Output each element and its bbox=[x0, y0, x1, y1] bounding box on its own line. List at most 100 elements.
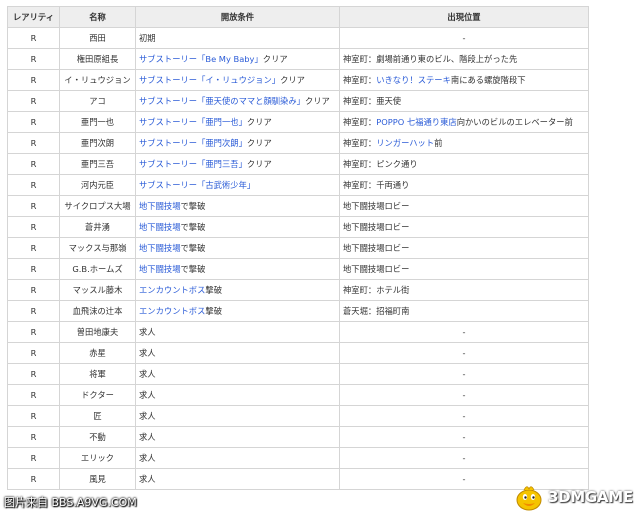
condition-text: 求人 bbox=[139, 453, 156, 463]
condition-cell: サブストーリー「亜門三吾」クリア bbox=[135, 153, 340, 175]
condition-link[interactable]: 地下闘技場 bbox=[139, 264, 181, 274]
location-link[interactable]: リンガーハット bbox=[376, 138, 434, 148]
location-text: 神室町：ピンク通り bbox=[343, 159, 418, 169]
condition-link[interactable]: サブストーリー「亜門次朗」 bbox=[139, 138, 247, 148]
condition-text: 求人 bbox=[139, 411, 156, 421]
location-text: - bbox=[462, 390, 466, 400]
location-text: - bbox=[462, 348, 466, 358]
location-text: - bbox=[462, 327, 466, 337]
table-row: R 亜門次朗 サブストーリー「亜門次朗」クリア 神室町：リンガーハット前 bbox=[7, 132, 589, 154]
location-text: 神室町： bbox=[343, 117, 377, 127]
location-text: 神室町： bbox=[343, 75, 377, 85]
location-cell: 神室町：ピンク通り bbox=[339, 153, 589, 175]
rarity-cell: R bbox=[7, 342, 60, 364]
location-text: - bbox=[462, 453, 466, 463]
table-row: R 匠求人 - bbox=[7, 405, 589, 427]
table-row: R イ・リュウジョン サブストーリー「イ・リュウジョン」クリア 神室町：いきなり！ステ… bbox=[7, 69, 589, 91]
duck-mascot-icon bbox=[516, 485, 542, 510]
location-cell: 神室町：千両通り bbox=[339, 174, 589, 196]
header-condition: 開放条件 bbox=[135, 6, 340, 28]
rarity-cell: R bbox=[7, 111, 60, 133]
condition-text: 撃破 bbox=[205, 285, 222, 295]
table-row: R エリック 求人 - bbox=[7, 447, 589, 469]
rarity-cell: R bbox=[7, 237, 60, 259]
location-link[interactable]: POPPO 七福通り東店 bbox=[376, 117, 457, 127]
name-cell: G.B.ホームズ bbox=[59, 258, 136, 280]
location-text: 地下闘技場ロビー bbox=[343, 222, 410, 232]
name-cell: サイクロプス大場 bbox=[59, 195, 136, 217]
condition-link[interactable]: エンカウントボス bbox=[139, 306, 205, 316]
table-row: R 河内元臣 サブストーリー「古武術少年」 神室町：千両通り bbox=[7, 174, 589, 196]
condition-cell: 地下闘技場で撃破 bbox=[135, 258, 340, 280]
condition-cell: サブストーリー「イ・リュウジョン」クリア bbox=[135, 69, 340, 91]
rarity-cell: R bbox=[7, 321, 60, 343]
rarity-cell: R bbox=[7, 132, 60, 154]
location-cell: - bbox=[339, 27, 589, 49]
table-row: R マッスル藤木 エンカウントボス撃破 神室町：ホテル街 bbox=[7, 279, 589, 301]
condition-link[interactable]: サブストーリー「亜門三吾」 bbox=[139, 159, 247, 169]
condition-link[interactable]: サブストーリー「亜門一也」 bbox=[139, 117, 247, 127]
location-cell: 神室町：POPPO 七福通り東店向かいのビルのエレベーター前 bbox=[339, 111, 589, 133]
location-cell: - bbox=[339, 447, 589, 469]
location-cell: - bbox=[339, 384, 589, 406]
table-header-row: レアリティ 名称 開放条件 出現位置 bbox=[7, 6, 589, 28]
table-row: R G.B.ホームズ 地下闘技場で撃破 地下闘技場ロビー bbox=[7, 258, 589, 280]
location-link[interactable]: いきなり！ステーキ bbox=[376, 75, 451, 85]
name-cell: 蒼井湧 bbox=[59, 216, 136, 238]
condition-link[interactable]: サブストーリー「イ・リュウジョン」 bbox=[139, 75, 280, 85]
name-cell: マッスル藤木 bbox=[59, 279, 136, 301]
location-text: 向かいのビルのエレベーター前 bbox=[456, 117, 573, 127]
name-cell: 西田 bbox=[59, 27, 136, 49]
condition-text: で撃破 bbox=[180, 264, 206, 274]
condition-text: で撃破 bbox=[180, 222, 206, 232]
condition-text: クリア bbox=[246, 117, 272, 127]
name-cell: アコ bbox=[59, 90, 136, 112]
condition-cell: 求人 bbox=[135, 321, 340, 343]
condition-link[interactable]: サブストーリー「古武術少年」 bbox=[139, 180, 255, 190]
location-text: 前 bbox=[434, 138, 443, 148]
name-cell: マックス与那嶺 bbox=[59, 237, 136, 259]
table-body: R 西田 初期 - R 権田原組長 サブストーリー「Be My Baby」クリア 神室町：劇場… bbox=[7, 27, 589, 490]
condition-text: クリア bbox=[246, 159, 272, 169]
condition-link[interactable]: エンカウントボス bbox=[139, 285, 205, 295]
table-row: R マックス与那嶺 地下闘技場で撃破 地下闘技場ロビー bbox=[7, 237, 589, 259]
location-text: 地下闘技場ロビー bbox=[343, 264, 410, 274]
character-table: レアリティ 名称 開放条件 出現位置 R 西田 初期 - R 権田原組長 サブストーリー「B… bbox=[7, 6, 589, 490]
condition-link[interactable]: サブストーリー「亜天使のママと顔馴染み」 bbox=[139, 96, 305, 106]
rarity-cell: R bbox=[7, 384, 60, 406]
condition-text: 求人 bbox=[139, 369, 156, 379]
location-cell: - bbox=[339, 321, 589, 343]
condition-link[interactable]: 地下闘技場 bbox=[139, 243, 181, 253]
rarity-cell: R bbox=[7, 405, 60, 427]
rarity-cell: R bbox=[7, 153, 60, 175]
name-cell: ドクター bbox=[59, 384, 136, 406]
location-cell: 蒼天堀：招福町南 bbox=[339, 300, 589, 322]
condition-text: クリア bbox=[304, 96, 330, 106]
table-row: R 曽田地康夫 求人 - bbox=[7, 321, 589, 343]
condition-cell: 求人 bbox=[135, 342, 340, 364]
condition-link[interactable]: サブストーリー「Be My Baby」 bbox=[139, 54, 263, 64]
location-text: - bbox=[462, 369, 466, 379]
location-text: 地下闘技場ロビー bbox=[343, 201, 410, 211]
rarity-cell: R bbox=[7, 195, 60, 217]
location-cell: 神室町：亜天使 bbox=[339, 90, 589, 112]
condition-text: 撃破 bbox=[205, 306, 222, 316]
rarity-cell: R bbox=[7, 48, 60, 70]
table-row: R アコ サブストーリー「亜天使のママと顔馴染み」クリア 神室町：亜天使 bbox=[7, 90, 589, 112]
condition-text: クリア bbox=[246, 138, 272, 148]
table-row: R 不動 求人 - bbox=[7, 426, 589, 448]
condition-cell: 求人 bbox=[135, 405, 340, 427]
location-text: 地下闘技場ロビー bbox=[343, 243, 410, 253]
condition-link[interactable]: 地下闘技場 bbox=[139, 201, 181, 211]
table-row: R 亜門三吾 サブストーリー「亜門三吾」クリア 神室町：ピンク通り bbox=[7, 153, 589, 175]
location-text: 神室町： bbox=[343, 138, 377, 148]
location-cell: 神室町：ホテル街 bbox=[339, 279, 589, 301]
condition-text: 求人 bbox=[139, 432, 156, 442]
name-cell: 亜門次朗 bbox=[59, 132, 136, 154]
image-source-credit: 图片来自 BBS.A9VG.COM bbox=[4, 496, 137, 509]
rarity-cell: R bbox=[7, 300, 60, 322]
condition-text: クリア bbox=[262, 54, 288, 64]
name-cell: 曽田地康夫 bbox=[59, 321, 136, 343]
condition-link[interactable]: 地下闘技場 bbox=[139, 222, 181, 232]
name-cell: 不動 bbox=[59, 426, 136, 448]
